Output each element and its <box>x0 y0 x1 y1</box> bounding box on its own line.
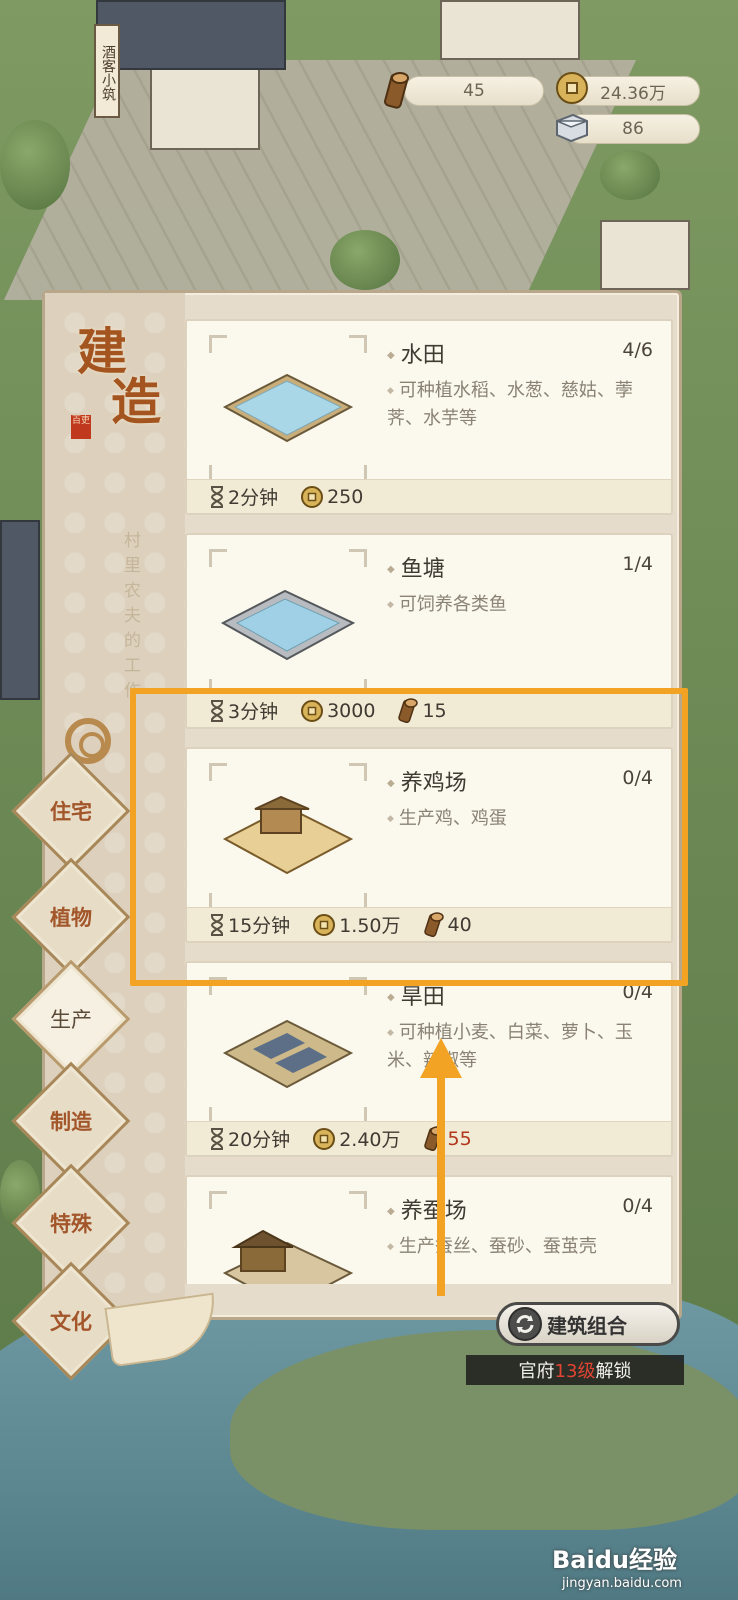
building-count: 0/4 <box>622 1195 653 1217</box>
seal-stamp: 百吏 <box>71 415 91 439</box>
time-value: 20分钟 <box>228 1129 291 1151</box>
tavern-building[interactable] <box>150 60 260 150</box>
wood-counter: 45 <box>404 76 544 106</box>
fish-pond-icon <box>220 589 356 661</box>
coin-value: 2.40万 <box>339 1129 401 1151</box>
unlock-suffix: 解锁 <box>595 1361 632 1382</box>
coin-value: 250 <box>327 485 364 508</box>
category-description: 村里农夫的工作 <box>120 531 140 706</box>
build-time: 2分钟 <box>209 483 278 510</box>
copper-coin-icon <box>300 485 324 509</box>
category-tab-label[interactable]: 特殊 <box>29 1181 113 1265</box>
building-card-paddy-field[interactable]: 水田 4/6 可种植水稻、水葱、慈姑、荸荠、水芋等 2分钟 250 <box>185 319 673 515</box>
tutorial-up-arrow-icon <box>420 1038 462 1296</box>
paddy-field-icon <box>222 373 354 443</box>
building-thumbnail <box>209 549 367 697</box>
tutorial-highlight-box <box>130 688 688 986</box>
baidu-watermark: Baidu经验 <box>552 1546 677 1574</box>
category-tab-label[interactable]: 文化 <box>29 1279 113 1363</box>
coin-cost: 2.40万 <box>312 1125 401 1152</box>
build-time: 20分钟 <box>209 1125 290 1152</box>
post-station[interactable] <box>600 220 690 290</box>
cost-bar: 2分钟 250 <box>187 479 671 513</box>
silkworm-farm-icon <box>222 1229 354 1284</box>
building-count: 4/6 <box>622 339 653 361</box>
hourglass-icon <box>209 485 225 508</box>
building-combo-label: 建筑组合 <box>547 1313 627 1338</box>
dry-field-icon <box>222 1019 354 1089</box>
building-thumbnail <box>209 977 367 1125</box>
building-thumbnail <box>209 1191 367 1284</box>
build-title-char: 造 <box>111 372 161 431</box>
copper-coin-icon <box>312 1127 336 1151</box>
wood-log-icon <box>382 70 412 110</box>
category-tab-label[interactable]: 植物 <box>29 875 113 959</box>
coin-cost: 250 <box>300 485 363 509</box>
hourglass-icon <box>209 1127 225 1150</box>
tree <box>330 230 400 290</box>
category-tab-label[interactable]: 住宅 <box>29 769 113 853</box>
stone-block-icon <box>552 110 592 144</box>
building-name: 水田 <box>387 337 445 369</box>
combo-unlock-hint: 官府 13级 解锁 <box>466 1355 684 1385</box>
tavern-roof <box>96 0 286 70</box>
unlock-level: 13级 <box>554 1361 596 1382</box>
building-roof <box>0 520 40 700</box>
tree <box>0 120 70 210</box>
building-count: 1/4 <box>622 553 653 575</box>
building-name: 鱼塘 <box>387 551 445 583</box>
tree <box>600 150 660 200</box>
time-value: 2分钟 <box>228 487 279 509</box>
building-description: 可饲养各类鱼 <box>387 591 657 619</box>
unlock-prefix: 官府 <box>518 1361 555 1382</box>
building-thumbnail <box>209 335 367 483</box>
combo-refresh-icon <box>508 1307 542 1341</box>
tavern-sign: 酒客小筑 <box>94 24 120 118</box>
category-tab-label[interactable]: 生产 <box>29 977 113 1061</box>
copper-coin-icon <box>554 70 590 106</box>
baidu-watermark-url: jingyan.baidu.com <box>562 1576 682 1591</box>
building-description: 可种植水稻、水葱、慈姑、荸荠、水芋等 <box>387 377 657 433</box>
category-tab-label[interactable]: 制造 <box>29 1079 113 1163</box>
building[interactable] <box>440 0 580 60</box>
